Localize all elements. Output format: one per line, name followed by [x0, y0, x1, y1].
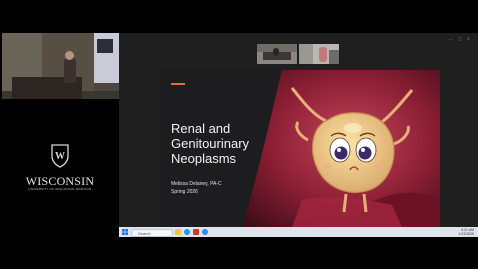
title-accent-bar: [171, 83, 185, 85]
uw-crest-icon: W: [51, 144, 69, 168]
participant-thumbnail[interactable]: [299, 44, 339, 64]
slide-author: Melissa Delaney, PA-C: [171, 181, 222, 187]
slide-title-line: Neoplasms: [171, 151, 237, 166]
clock-date: 1/13/2026: [458, 232, 474, 236]
slide-term: Spring 2026: [171, 189, 198, 195]
file-explorer-icon[interactable]: [175, 229, 181, 235]
powerpoint-icon[interactable]: [193, 229, 199, 235]
crest-letter: W: [55, 151, 65, 162]
university-subline: UNIVERSITY OF WISCONSIN–MADISON: [28, 187, 92, 191]
kidney-cartoon-illustration: [242, 70, 440, 227]
window-controls-icon[interactable]: — ▢ ✕: [449, 36, 472, 41]
system-clock[interactable]: 9:21 AM 1/13/2026: [458, 228, 474, 236]
taskbar-pinned-apps: [175, 229, 208, 235]
classroom-camera-feed: [2, 33, 119, 99]
presenter-figure: [64, 57, 76, 83]
slide-title-line: Genitourinary: [171, 136, 250, 151]
windows-start-icon[interactable]: [122, 229, 128, 235]
participant-thumbnail[interactable]: [257, 44, 297, 64]
slide-title-line: Renal and: [171, 121, 231, 136]
zoom-icon[interactable]: [202, 229, 208, 235]
taskbar-search-label: Search: [138, 230, 151, 236]
slide-title: Renal and Genitourinary Neoplasms: [171, 121, 271, 166]
edge-browser-icon[interactable]: [184, 229, 190, 235]
windows-taskbar: Search 9:21 AM 1/13/2026: [119, 227, 478, 237]
left-panel: W WISCONSIN UNIVERSITY OF WISCONSIN–MADI…: [0, 0, 119, 269]
presentation-slide: Renal and Genitourinary Neoplasms Meliss…: [158, 70, 440, 227]
taskbar-search-box[interactable]: Search: [131, 229, 173, 237]
participant-thumbnails: [255, 42, 341, 66]
